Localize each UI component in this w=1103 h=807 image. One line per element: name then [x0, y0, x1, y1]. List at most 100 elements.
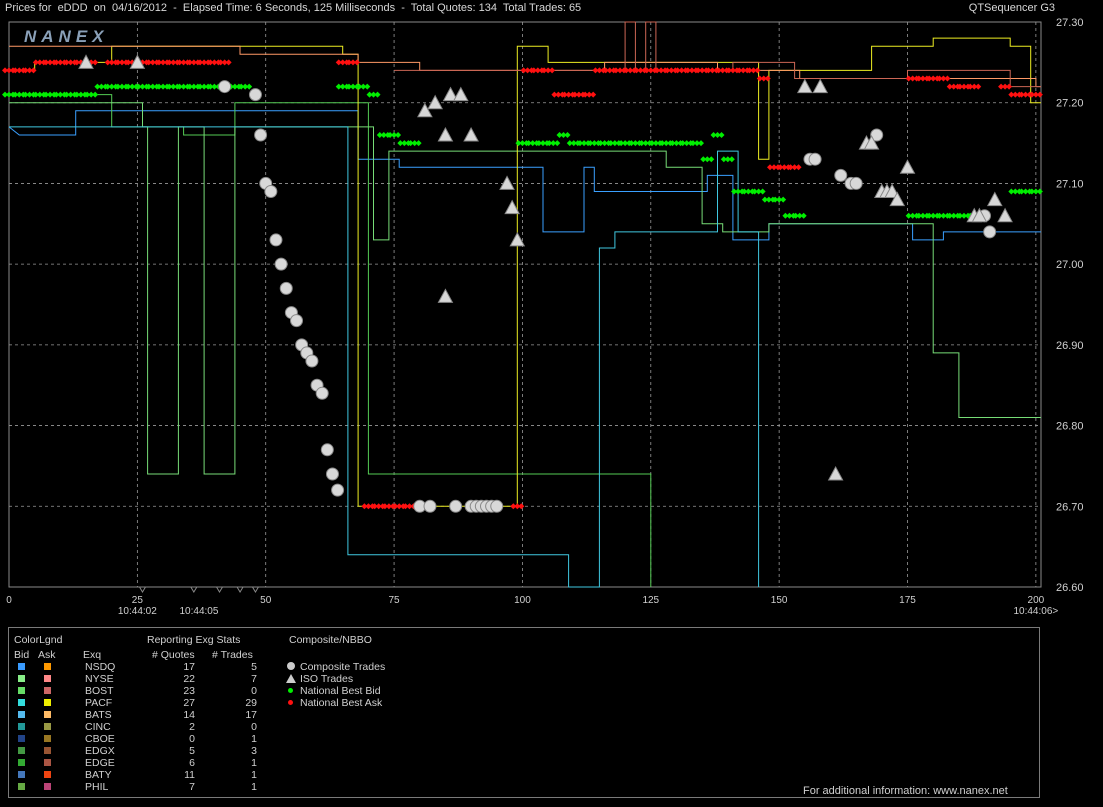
trade-count: 0 — [251, 685, 257, 697]
ask-color-swatch — [44, 699, 51, 706]
composite-trade-point — [320, 443, 334, 457]
composite-trade-point — [248, 88, 262, 102]
trades-header: # Trades — [212, 649, 253, 661]
ask-color-swatch — [44, 711, 51, 718]
x-time-label: 10:44:02 — [118, 606, 157, 617]
ask-color-swatch — [44, 771, 51, 778]
exchange-name: NYSE — [85, 673, 114, 685]
ask-color-swatch — [44, 723, 51, 730]
trade-count: 7 — [251, 673, 257, 685]
bid-color-swatch — [18, 735, 25, 742]
trade-count: 0 — [251, 721, 257, 733]
x-tick-label: 100 — [514, 595, 531, 606]
x-tick-label: 25 — [132, 595, 144, 606]
x-tick-label: 175 — [899, 595, 916, 606]
composite-trade-point — [331, 483, 345, 497]
exchange-name: BOST — [85, 685, 114, 697]
bid-color-swatch — [18, 783, 25, 790]
quote-count: 11 — [184, 769, 195, 781]
y-tick-label: 27.20 — [1056, 98, 1084, 110]
ask-color-swatch — [44, 747, 51, 754]
composite-trade-point — [983, 225, 997, 239]
composite-trade-point — [264, 185, 278, 198]
ask-header: Ask — [38, 649, 56, 661]
price-chart: NANEX 26.60 26.70 26.80 26.90 27.00 27.10 27.20… — [2, 17, 1084, 617]
exchange-name: PHIL — [85, 781, 109, 793]
composite-trade-point — [290, 314, 304, 328]
bid-header: Bid — [14, 649, 30, 661]
exchange-name: CBOE — [85, 733, 115, 745]
bid-color-swatch — [18, 771, 25, 778]
quote-count: 0 — [189, 733, 195, 745]
composite-trade-point — [325, 467, 339, 481]
trade-count: 1 — [251, 781, 257, 793]
quote-count: 5 — [189, 745, 195, 757]
color-legend-title: ColorLgnd — [14, 634, 63, 646]
triangle-marker — [286, 674, 296, 683]
dot-marker — [288, 700, 293, 705]
time-marker — [216, 586, 223, 593]
trade-count: 3 — [251, 745, 257, 757]
bid-color-swatch — [18, 711, 25, 718]
bid-color-swatch — [18, 723, 25, 730]
plot-frame — [8, 21, 1042, 588]
trade-count: 5 — [251, 661, 257, 673]
x-tick-label: 75 — [389, 595, 401, 606]
ask-color-swatch — [44, 759, 51, 766]
exchange-name: EDGX — [85, 745, 115, 757]
x-tick-label: 200 — [1028, 595, 1045, 606]
nbbo-title: Composite/NBBO — [289, 634, 372, 646]
composite-trade-point — [279, 281, 293, 295]
composite-trade-point — [218, 80, 232, 94]
composite-trade-point — [834, 168, 848, 182]
composite-trade-point — [305, 354, 319, 368]
nbbo-legend-label: ISO Trades — [300, 673, 354, 685]
quote-count: 6 — [189, 757, 195, 769]
footer-info: For additional information: www.nanex.ne… — [803, 785, 1008, 797]
circle-marker — [287, 662, 295, 670]
exchange-name: EDGE — [85, 757, 115, 769]
composite-trade-point — [274, 257, 288, 271]
nbbo-legend-label: National Best Ask — [300, 697, 383, 709]
composite-trade-point — [423, 499, 437, 513]
nbbo-legend-label: National Best Bid — [300, 685, 381, 697]
composite-trade-point — [254, 128, 268, 142]
y-tick-label: 26.80 — [1056, 421, 1084, 433]
ask-color-swatch — [44, 783, 51, 790]
exchange-name: NSDQ — [85, 661, 116, 673]
quote-count: 27 — [183, 697, 195, 709]
composite-trade-point — [849, 176, 863, 190]
composite-trade-point — [490, 499, 504, 513]
exchange-name: PACF — [85, 697, 113, 709]
dot-marker — [288, 688, 293, 693]
x-tick-label: 150 — [771, 595, 788, 606]
quote-count: 2 — [189, 721, 195, 733]
composite-trade-point — [315, 386, 329, 400]
quote-count: 22 — [183, 673, 195, 685]
bid-color-swatch — [18, 699, 25, 706]
trade-count: 1 — [251, 733, 257, 745]
x-time-label: 10:44:06> — [1013, 606, 1058, 617]
exchange-name: BATY — [85, 769, 112, 781]
trade-count: 1 — [251, 757, 257, 769]
time-marker — [139, 586, 146, 593]
ask-color-swatch — [44, 687, 51, 694]
stats-title: Reporting Exg Stats — [147, 634, 241, 646]
bid-color-swatch — [18, 747, 25, 754]
y-tick-label: 26.90 — [1056, 340, 1084, 352]
x-tick-label: 0 — [6, 595, 12, 606]
y-tick-label: 26.60 — [1056, 582, 1084, 594]
composite-trade-point — [808, 152, 822, 166]
bid-color-swatch — [18, 663, 25, 670]
nbbo-legend-label: Composite Trades — [300, 661, 386, 673]
x-tick-label: 50 — [260, 595, 272, 606]
legend-panel: ColorLgnd Bid Ask Exq Reporting Exg Stat… — [8, 627, 1040, 798]
trade-count: 17 — [245, 709, 257, 721]
ask-color-swatch — [44, 735, 51, 742]
time-marker — [252, 586, 259, 593]
quote-count: 7 — [189, 781, 195, 793]
y-tick-label: 26.70 — [1056, 501, 1084, 513]
ask-color-swatch — [44, 675, 51, 682]
trade-count: 29 — [245, 697, 257, 709]
trade-count: 1 — [251, 769, 257, 781]
